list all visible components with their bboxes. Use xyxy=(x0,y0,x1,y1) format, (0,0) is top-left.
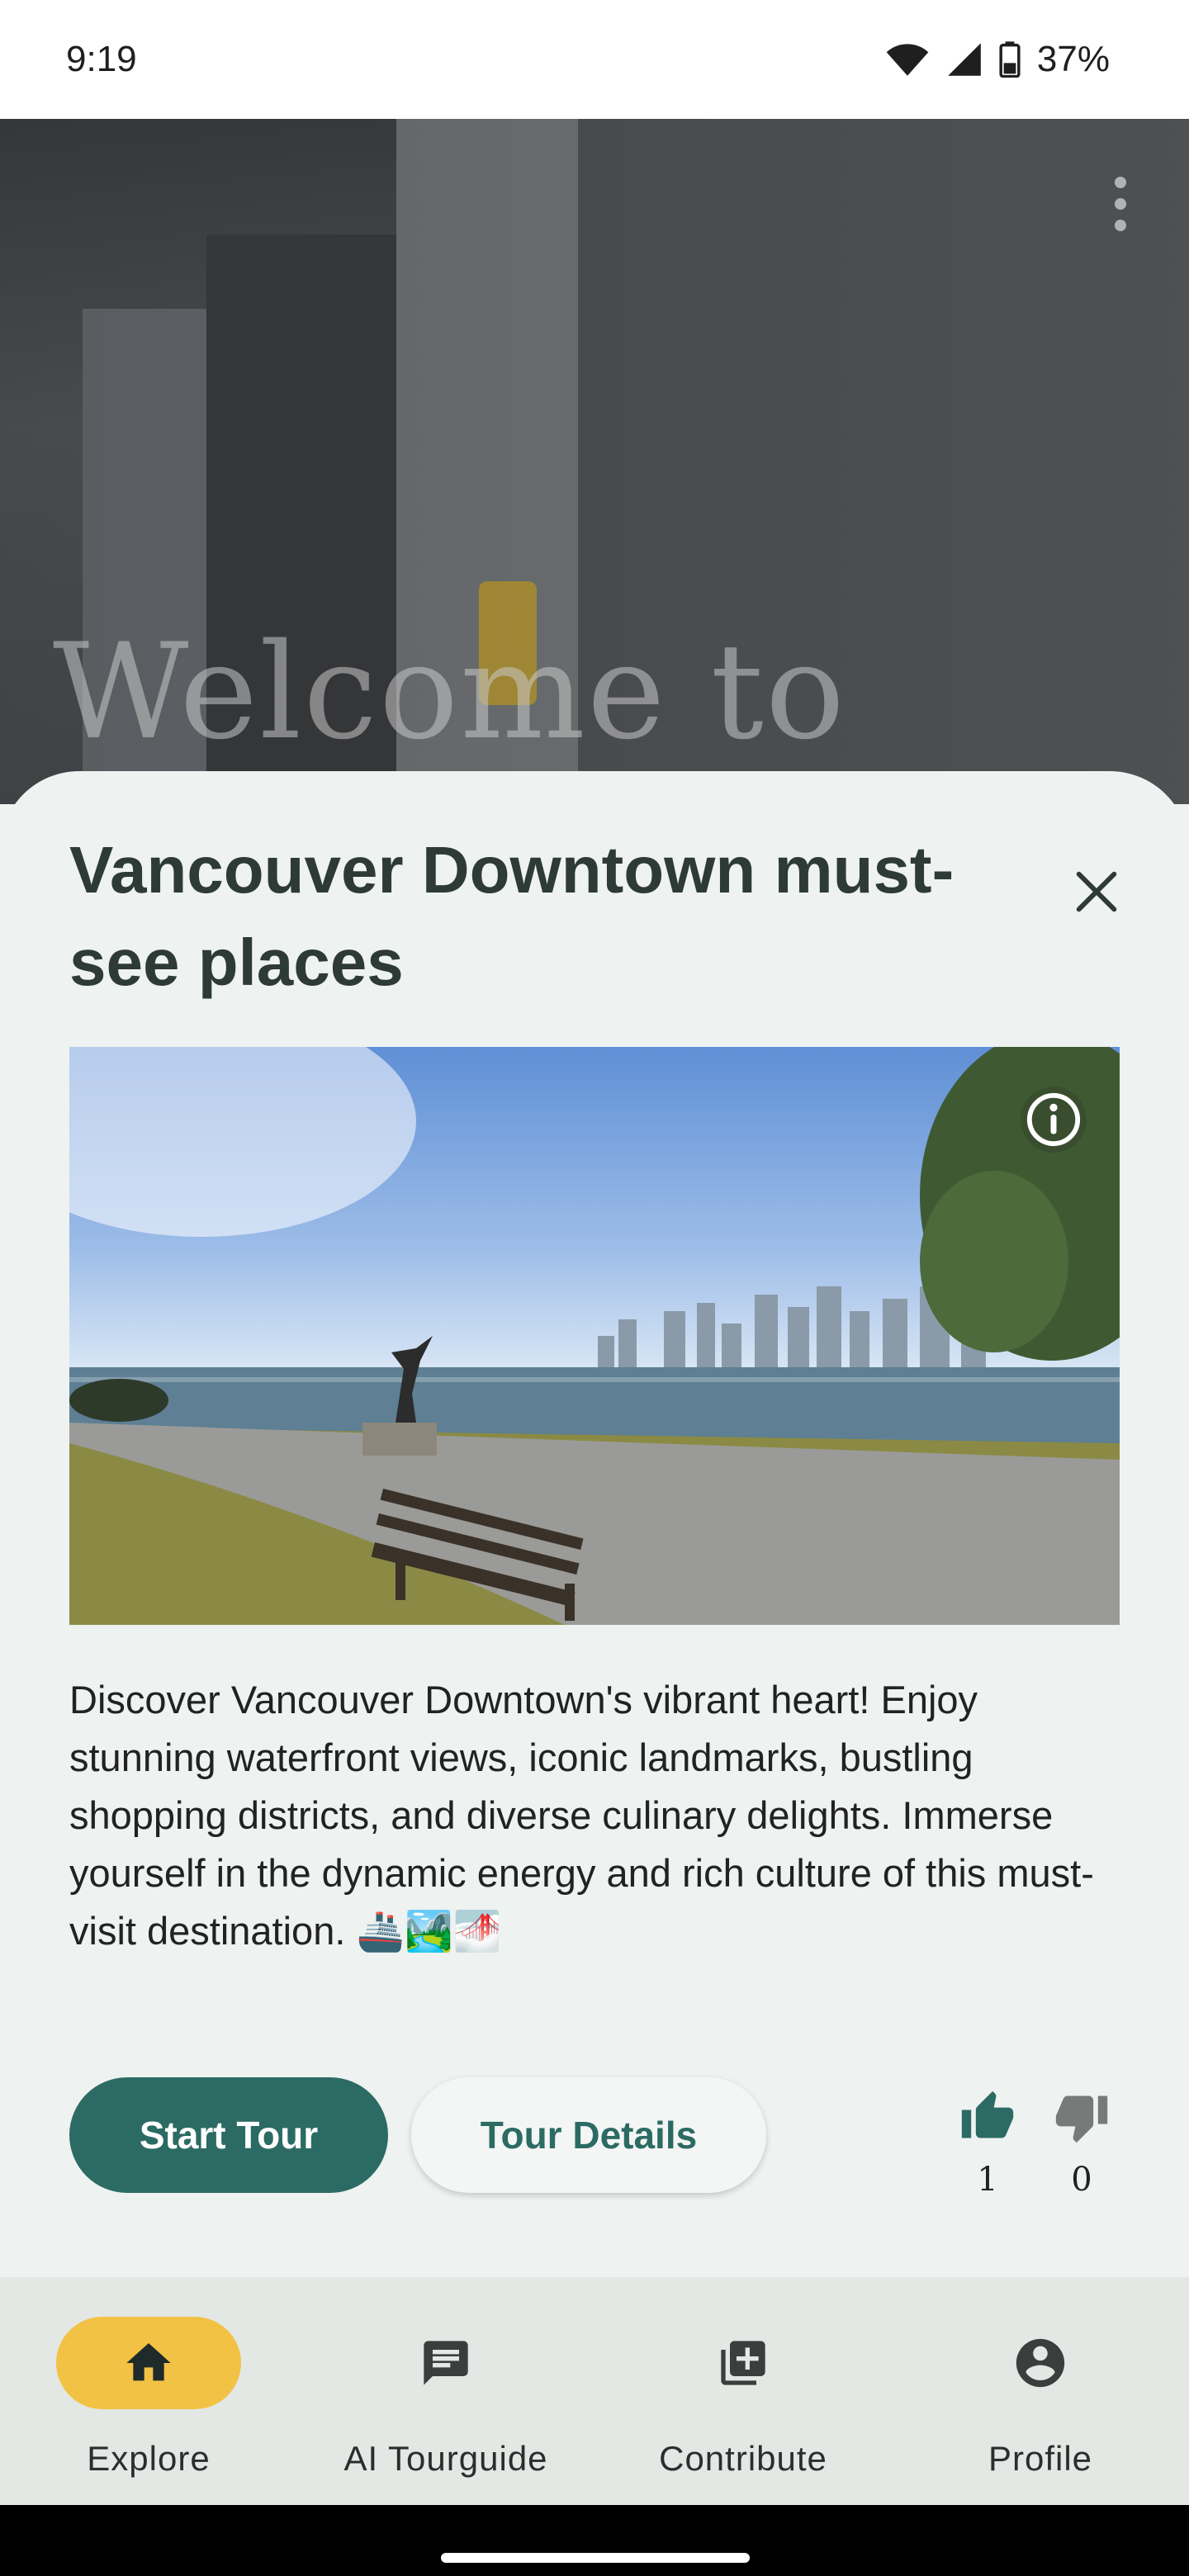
status-bar: 9:19 37% xyxy=(0,0,1189,119)
nav-item-contribute[interactable]: Contribute xyxy=(594,2277,892,2505)
battery-level: 37% xyxy=(1036,39,1110,79)
add-box-icon xyxy=(721,2341,765,2385)
tour-title: Vancouver Downtown must-see places xyxy=(69,833,955,999)
nav-item-profile[interactable]: Profile xyxy=(892,2277,1189,2505)
like-count: 1 xyxy=(977,2161,998,2199)
system-gesture-bar xyxy=(0,2505,1189,2576)
tour-details-button[interactable]: Tour Details xyxy=(411,2077,766,2193)
like-control[interactable]: 1 xyxy=(955,2089,1021,2199)
nav-label-ai-tourguide: AI Tourguide xyxy=(343,2439,548,2478)
tour-image xyxy=(69,1047,1120,1625)
nav-label-contribute: Contribute xyxy=(659,2439,827,2478)
thumbs-down-icon xyxy=(1055,2095,1108,2143)
hero-welcome-text: Welcome to xyxy=(53,614,847,769)
accessibility-info-icon xyxy=(1026,1092,1081,1147)
cell-signal-icon xyxy=(948,43,981,76)
battery-icon xyxy=(999,41,1021,78)
status-time: 9:19 xyxy=(66,39,137,79)
tour-description: Discover Vancouver Downtown's vibrant he… xyxy=(69,1678,1094,1953)
chat-icon xyxy=(424,2341,468,2385)
dislike-control[interactable]: 0 xyxy=(1049,2089,1115,2199)
close-button[interactable] xyxy=(1070,865,1123,918)
account-icon xyxy=(1016,2338,1065,2388)
close-icon xyxy=(1076,871,1117,912)
more-options-icon[interactable] xyxy=(1115,177,1131,231)
status-icons: 37% xyxy=(885,39,1110,80)
start-tour-button[interactable]: Start Tour xyxy=(69,2077,388,2193)
nav-label-profile: Profile xyxy=(988,2439,1093,2478)
home-icon xyxy=(126,2343,171,2381)
hero-image: Welcome to xyxy=(0,119,1189,804)
home-gesture-handle[interactable] xyxy=(441,2553,750,2563)
nav-item-ai-tourguide[interactable]: AI Tourguide xyxy=(297,2277,594,2505)
image-info-button[interactable] xyxy=(1021,1087,1087,1153)
nav-item-explore[interactable]: Explore xyxy=(0,2277,297,2505)
nav-active-indicator xyxy=(56,2317,241,2409)
nav-label-explore: Explore xyxy=(87,2439,211,2478)
dislike-count: 0 xyxy=(1071,2161,1092,2199)
bottom-navigation: Explore AI Tourguide Contribute Profile xyxy=(0,2277,1189,2505)
wifi-icon xyxy=(886,44,929,76)
tour-sheet: Vancouver Downtown must-see places Disco… xyxy=(0,771,1189,2278)
thumbs-up-icon xyxy=(961,2091,1014,2138)
